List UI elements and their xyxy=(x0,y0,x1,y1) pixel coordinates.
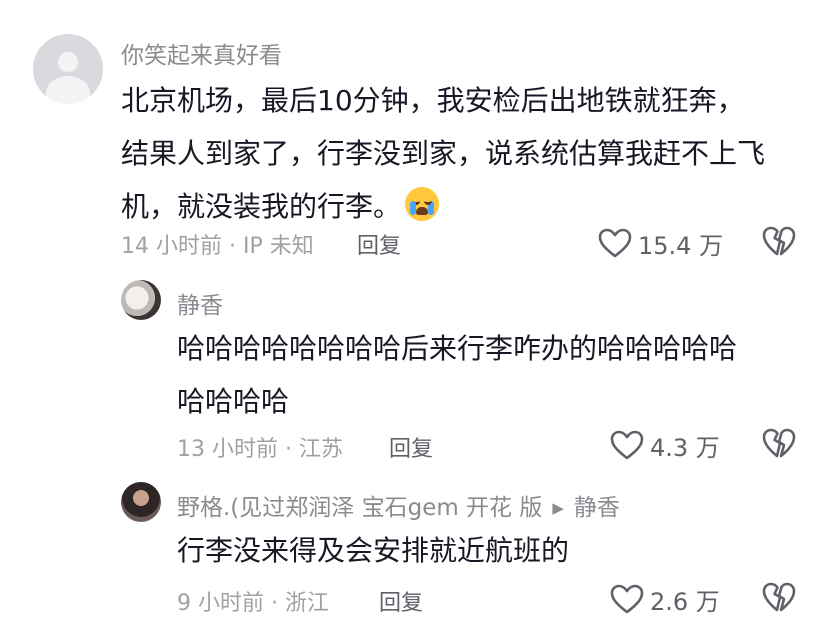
play-arrow-icon: ▶ xyxy=(552,499,564,517)
avatar[interactable] xyxy=(121,280,161,320)
like-button[interactable]: 2.6 万 xyxy=(610,582,720,617)
comment-text: 北京机场，最后10分钟，我安检后出地铁就狂奔， 结果人到家了，行李没到家，说系统… xyxy=(121,74,765,233)
heart-icon xyxy=(610,430,644,460)
comment-username[interactable]: 你笑起来真好看 xyxy=(121,36,282,70)
comment-text-line: 北京机场，最后10分钟，我安检后出地铁就狂奔， xyxy=(121,84,745,117)
reply-button[interactable]: 回复 xyxy=(379,585,423,617)
like-count: 4.3 万 xyxy=(650,434,720,462)
comment-username[interactable]: 静香 xyxy=(177,286,223,320)
crying-face-icon xyxy=(405,187,440,221)
comment-text-line: 行李没来得及会安排就近航班的 xyxy=(177,534,570,567)
avatar[interactable] xyxy=(33,34,103,104)
comment-username[interactable]: 野格.(见过郑润泽 宝石gem 开花 版 ▶ 静香 xyxy=(177,488,620,522)
heart-icon xyxy=(610,584,644,614)
comment-text-line: 结果人到家了，行李没到家，说系统估算我赶不上飞 xyxy=(121,137,766,170)
comment-text: 哈哈哈哈哈哈哈哈后来行李咋办的哈哈哈哈哈 哈哈哈哈 xyxy=(177,322,737,428)
like-count: 15.4 万 xyxy=(638,232,724,260)
broken-heart-icon xyxy=(762,582,796,612)
broken-heart-icon xyxy=(762,428,796,458)
reply-author[interactable]: 野格.(见过郑润泽 宝石gem 开花 版 xyxy=(177,495,542,521)
reply-button[interactable]: 回复 xyxy=(389,431,433,463)
like-button[interactable]: 15.4 万 xyxy=(598,226,723,261)
broken-heart-icon xyxy=(762,226,796,256)
comment-text: 行李没来得及会安排就近航班的 xyxy=(177,524,569,577)
dislike-button[interactable] xyxy=(762,226,796,261)
reply-target[interactable]: 静香 xyxy=(574,495,620,521)
comment-meta: 9 小时前 · 浙江 xyxy=(177,591,329,616)
comment-text-line: 机，就没装我的行李。 xyxy=(121,190,402,223)
comment-meta: 14 小时前 · IP 未知 xyxy=(121,234,314,259)
reply-button[interactable]: 回复 xyxy=(357,228,401,260)
dislike-button[interactable] xyxy=(762,582,796,617)
comment-text-line: 哈哈哈哈 xyxy=(177,385,290,418)
heart-icon xyxy=(598,228,632,258)
dislike-button[interactable] xyxy=(762,428,796,463)
like-button[interactable]: 4.3 万 xyxy=(610,428,720,463)
like-count: 2.6 万 xyxy=(650,588,720,616)
comment-meta: 13 小时前 · 江苏 xyxy=(177,437,343,462)
avatar[interactable] xyxy=(121,482,161,522)
comment-text-line: 哈哈哈哈哈哈哈哈后来行李咋办的哈哈哈哈哈 xyxy=(177,332,738,365)
